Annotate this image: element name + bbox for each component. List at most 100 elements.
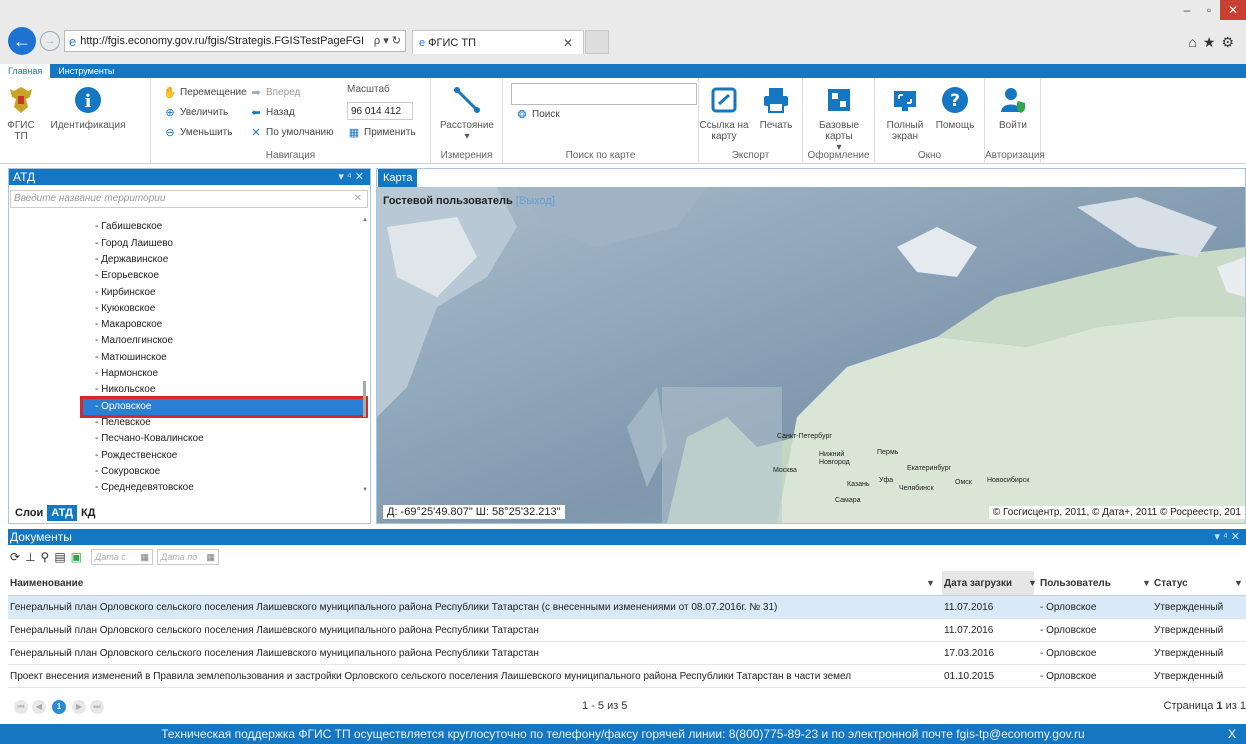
tree-item[interactable]: - Рождественское	[83, 448, 177, 464]
minimize-button[interactable]: –	[1176, 0, 1198, 20]
page-label: Страница	[1163, 700, 1214, 712]
help-button[interactable]: ? Помощь	[933, 84, 977, 131]
export-icon[interactable]: ▣	[71, 550, 82, 564]
tree-item[interactable]: - Большекабанское	[83, 213, 185, 219]
distance-button[interactable]: Расстояние ▾	[439, 84, 495, 142]
search-input[interactable]	[511, 83, 697, 105]
tree-item[interactable]: - Кирбинское	[83, 285, 156, 301]
tab-tools[interactable]: Инструменты	[50, 64, 122, 78]
forward-icon[interactable]: →	[40, 31, 60, 51]
toolbar-icons[interactable]: ⌂★⚙	[1188, 34, 1240, 51]
table-row[interactable]: Генеральный план Орловского сельского по…	[8, 619, 1246, 642]
zoom-in-button[interactable]: ⊕ Увеличить	[163, 106, 228, 119]
tree-item[interactable]: - Пелевское	[83, 415, 151, 431]
close-footer-icon[interactable]: X	[1228, 724, 1236, 744]
calendar-icon[interactable]: ▦	[140, 550, 149, 564]
tree-item[interactable]: - Малоелгинское	[83, 333, 173, 349]
tab-kd[interactable]: КД	[77, 505, 100, 521]
filter-icon[interactable]: ▼	[1142, 571, 1151, 596]
close-tab-icon[interactable]: ✕	[563, 36, 573, 50]
address-controls[interactable]: ρ ▾ ↻	[370, 34, 401, 47]
address-bar[interactable]: e http://fgis.economy.gov.ru/fgis/Strate…	[64, 30, 406, 52]
tree-item[interactable]: - Макаровское	[83, 317, 162, 333]
fullscreen-button[interactable]: Полный экран	[881, 84, 929, 142]
date-to-input[interactable]: Дата по ▦	[157, 549, 219, 565]
document-list-icon[interactable]: ▤	[54, 550, 65, 564]
tree-item[interactable]: - Державинское	[83, 252, 168, 268]
logout-link[interactable]: [Выход]	[516, 195, 555, 207]
search-button[interactable]: ❂ Поиск	[515, 108, 559, 121]
scroll-down-icon[interactable]: ▼	[362, 487, 368, 493]
scroll-up-icon[interactable]: ▲	[362, 217, 368, 223]
map-canvas[interactable]: Гостевой пользователь [Выход] Санкт-Пете…	[377, 187, 1245, 523]
new-tab-button[interactable]	[585, 30, 609, 54]
locate-icon[interactable]: ⚲	[41, 550, 50, 564]
pan-button[interactable]: ✋ Перемещение	[163, 86, 247, 99]
territory-search-input[interactable]: Введите название территории ✕	[10, 190, 368, 208]
link-button[interactable]: Ссылка на карту	[699, 84, 749, 142]
filter-icon[interactable]: ▼	[926, 571, 935, 596]
first-page-icon[interactable]: ⏮	[14, 700, 28, 714]
filter-icon[interactable]: ▼	[1234, 571, 1243, 596]
logo-button[interactable]: ФГИС ТП	[6, 84, 36, 142]
maximize-button[interactable]: ▫	[1198, 0, 1220, 20]
panel-controls[interactable]: ▾ ⁴ ✕	[1214, 529, 1240, 545]
column-user[interactable]: Пользователь	[1038, 571, 1148, 595]
close-window-button[interactable]: ✕	[1220, 0, 1246, 20]
back-button[interactable]: ⬅ Назад	[249, 106, 294, 119]
apply-scale-button[interactable]: ▦ Применить	[347, 126, 416, 139]
tree-item[interactable]: - Нармонское	[83, 366, 158, 382]
link-label: Ссылка на карту	[699, 120, 749, 142]
table-row[interactable]: Генеральный план Орловского сельского по…	[8, 642, 1246, 665]
calendar-icon[interactable]: ▦	[206, 550, 215, 564]
login-button[interactable]: Войти	[993, 84, 1033, 131]
panel-controls[interactable]: ▾ ⁴ ✕	[338, 169, 364, 185]
print-button[interactable]: Печать	[753, 84, 799, 131]
column-name[interactable]: Наименование	[8, 571, 938, 595]
column-status[interactable]: Статус	[1152, 571, 1246, 595]
page-info: 1 - 5 из 5	[582, 700, 628, 712]
basemaps-button[interactable]: Базовые карты ▾	[813, 84, 865, 153]
table-row[interactable]: Генеральный план Орловского сельского по…	[8, 596, 1246, 619]
gear-icon[interactable]: ⚙	[1221, 34, 1240, 50]
next-page-icon[interactable]: ▶	[72, 700, 86, 714]
column-date[interactable]: Дата загрузки	[942, 571, 1034, 595]
hierarchy-icon[interactable]: ⊥	[25, 550, 35, 564]
city-label: Москва	[773, 467, 797, 474]
last-page-icon[interactable]: ⏭	[90, 700, 104, 714]
tree-item[interactable]: - Орловское	[80, 395, 368, 418]
back-icon[interactable]: ←	[8, 27, 36, 55]
tab-home[interactable]: Главная	[0, 64, 51, 78]
table-row[interactable]: Проект внесения изменений в Правила земл…	[8, 665, 1246, 688]
prev-page-icon[interactable]: ◀	[32, 700, 46, 714]
tree-item[interactable]: - Песчано-Ковалинское	[83, 431, 204, 447]
scroll-thumb[interactable]	[363, 381, 366, 417]
clear-icon[interactable]: ✕	[354, 191, 362, 207]
tree-item[interactable]: - Куюковское	[83, 301, 155, 317]
current-page-button[interactable]: 1	[52, 700, 66, 714]
tree-item[interactable]: - Город Лаишево	[83, 236, 173, 252]
forward-button[interactable]: ➡ Вперед	[249, 86, 300, 99]
identify-button[interactable]: i Идентификация	[51, 84, 126, 131]
browser-tab[interactable]: e ФГИС ТП ✕	[412, 30, 584, 54]
default-extent-button[interactable]: ✕ По умолчанию	[249, 126, 333, 139]
scale-input[interactable]: 96 014 412	[347, 102, 413, 120]
zoom-out-button[interactable]: ⊖ Уменьшить	[163, 126, 232, 139]
tab-map[interactable]: Карта	[378, 169, 418, 187]
tree-item[interactable]: - Никольское	[83, 382, 155, 398]
star-icon[interactable]: ★	[1203, 34, 1222, 50]
tree-item[interactable]: - Матюшинское	[83, 350, 167, 366]
search-group-label: Поиск по карте	[565, 150, 636, 161]
tree-item[interactable]: - Егорьевское	[83, 268, 159, 284]
tree-item[interactable]: - Габишевское	[83, 219, 162, 235]
home-icon[interactable]: ⌂	[1188, 34, 1202, 50]
tab-atd[interactable]: АТД	[47, 505, 77, 521]
tree-scrollbar[interactable]: ▲ ▼	[362, 217, 368, 493]
tree-item[interactable]: - Среднедевятовское	[83, 480, 194, 496]
tab-layers[interactable]: Слои	[11, 505, 47, 521]
tree-item[interactable]: - Сокуровское	[83, 464, 160, 480]
filter-icon[interactable]: ▼	[1028, 571, 1037, 596]
refresh-icon[interactable]: ⟳	[10, 550, 20, 564]
map-copyright: © Госгисцентр, 2011, © Дата+, 2011 © Рос…	[988, 506, 1245, 519]
date-from-input[interactable]: Дата с ▦	[91, 549, 153, 565]
